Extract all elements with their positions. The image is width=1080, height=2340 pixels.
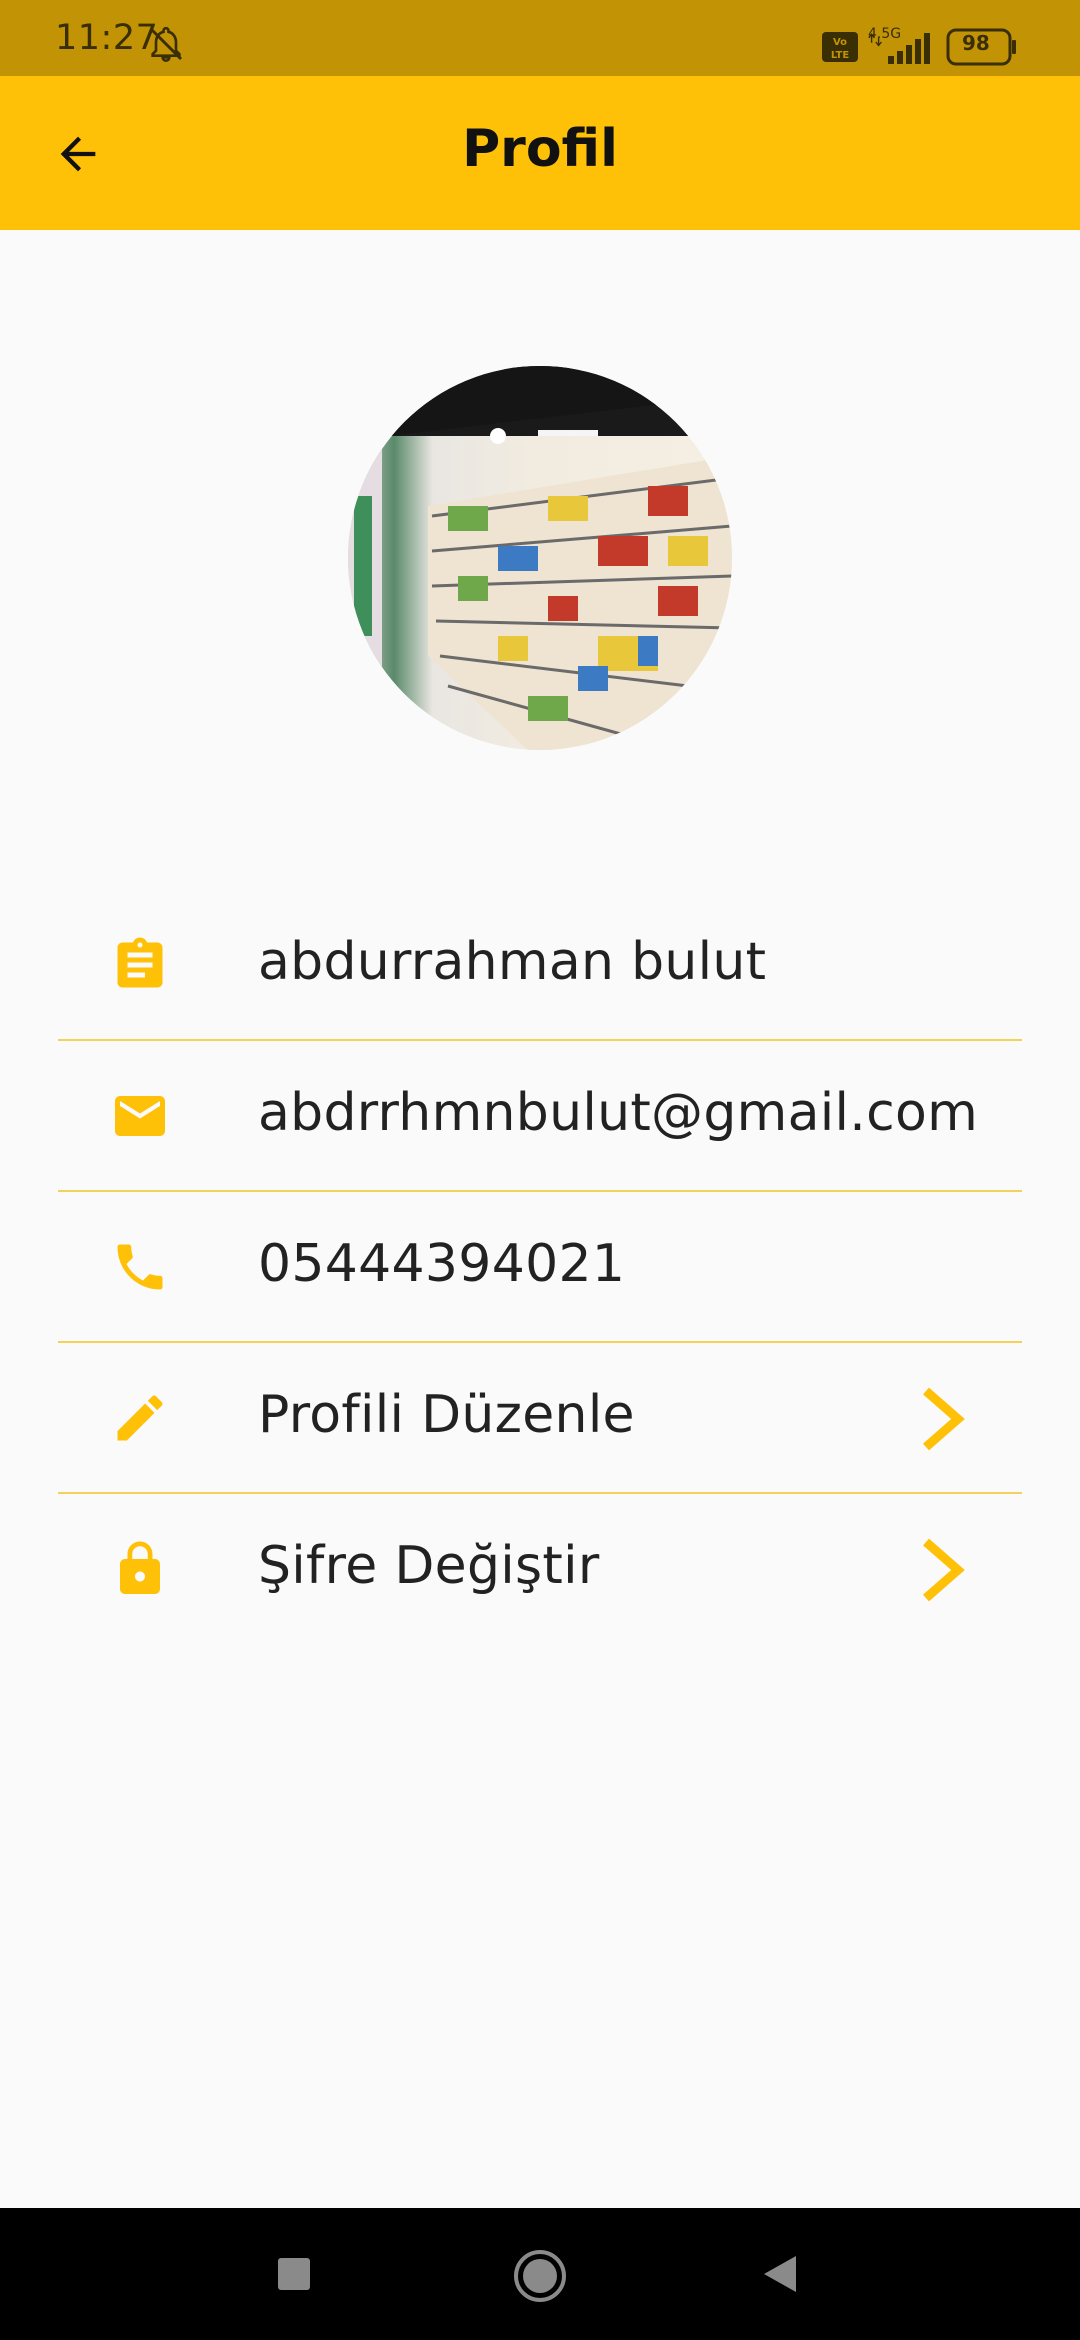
system-nav-bar <box>0 2208 1080 2340</box>
chevron-right-icon <box>923 1387 965 1451</box>
edit-profile-label: Profili Düzenle <box>258 1385 635 1445</box>
volte-icon: Vo LTE <box>822 32 858 62</box>
assignment-icon <box>110 935 170 995</box>
profile-list: abdurrahman bulut abdrrhmnbulut@gmail.co… <box>58 890 1022 1645</box>
lock-icon <box>110 1539 170 1599</box>
home-circle-icon[interactable] <box>512 2248 568 2304</box>
profile-screen: 11:27 Vo LTE 4.5G 98 Profil abdurrahman … <box>0 0 1080 2340</box>
list-item-phone: 05444394021 <box>58 1192 1022 1343</box>
status-time: 11:27 <box>55 18 159 58</box>
svg-text:LTE: LTE <box>831 50 850 61</box>
mail-icon <box>110 1086 170 1146</box>
change-password-label: Şifre Değiştir <box>258 1536 600 1596</box>
svg-text:Vo: Vo <box>833 37 847 48</box>
back-triangle-icon[interactable] <box>762 2254 798 2294</box>
status-bar: 11:27 Vo LTE 4.5G 98 <box>0 0 1080 76</box>
phone-text: 05444394021 <box>258 1234 626 1294</box>
bell-muted-icon <box>149 26 183 63</box>
chevron-right-icon <box>923 1538 965 1602</box>
edit-profile-button[interactable]: Profili Düzenle <box>58 1343 1022 1494</box>
avatar[interactable] <box>348 366 732 750</box>
list-item-email: abdrrhmnbulut@gmail.com <box>58 1041 1022 1192</box>
profile-photo <box>348 366 732 750</box>
page-title: Profil <box>462 119 618 179</box>
email-text: abdrrhmnbulut@gmail.com <box>258 1083 979 1143</box>
list-item-name: abdurrahman bulut <box>58 890 1022 1041</box>
name-text: abdurrahman bulut <box>258 932 767 992</box>
edit-pencil-icon <box>110 1388 170 1448</box>
app-bar: Profil <box>0 76 1080 230</box>
recents-square-icon[interactable] <box>276 2256 312 2292</box>
signal-icon <box>868 33 930 64</box>
phone-icon <box>110 1237 170 1297</box>
change-password-button[interactable]: Şifre Değiştir <box>58 1494 1022 1645</box>
battery-level: 98 <box>962 31 990 55</box>
